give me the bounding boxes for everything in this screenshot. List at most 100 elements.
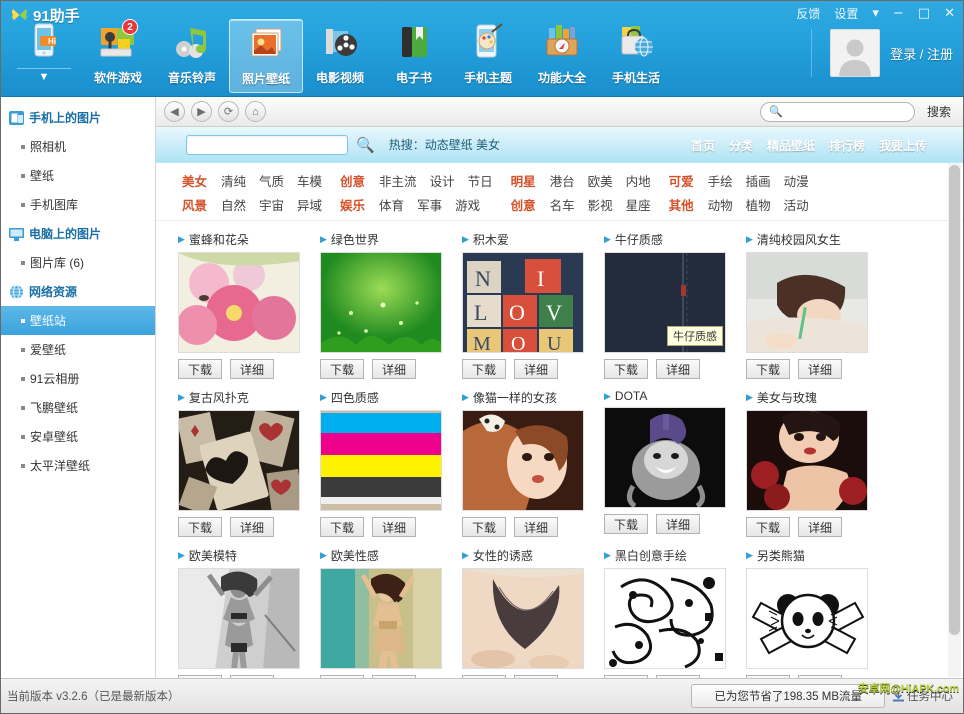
category-link[interactable]: 活动 xyxy=(784,195,809,214)
feedback-button[interactable]: 反馈 xyxy=(796,5,820,22)
detail-button[interactable]: 详细 xyxy=(798,517,842,537)
detail-button[interactable]: 详细 xyxy=(372,517,416,537)
wallpaper-title[interactable]: 复古风扑克 xyxy=(189,389,249,406)
sidebar-item-feipeng-wallpaper[interactable]: 飞鹏壁纸 xyxy=(1,393,155,422)
wallpaper-thumbnail[interactable] xyxy=(746,252,868,353)
download-button[interactable]: 下载 xyxy=(178,359,222,379)
sidebar-group-phone-pictures[interactable]: 手机上的图片 xyxy=(1,103,155,132)
wallpaper-thumbnail[interactable] xyxy=(604,407,726,508)
wallpaper-title[interactable]: 清纯校园风女生 xyxy=(757,231,841,248)
minimize-button[interactable]: − xyxy=(893,6,904,21)
category-head[interactable]: 创意 xyxy=(511,195,537,214)
sidebar-item-wallpaper-site[interactable]: 壁纸站 xyxy=(1,306,155,335)
category-link[interactable]: 气质 xyxy=(259,171,284,190)
nav-music-ringtone[interactable]: 音乐铃声 xyxy=(155,19,229,93)
nav-ebook[interactable]: 电子书 xyxy=(377,19,451,93)
chevron-down-icon[interactable]: ▾ xyxy=(872,6,879,21)
category-link[interactable]: 动物 xyxy=(708,195,733,214)
category-head[interactable]: 明星 xyxy=(511,171,537,190)
sidebar-item-ai-wallpaper[interactable]: 爱壁纸 xyxy=(1,335,155,364)
wallpaper-title[interactable]: 蜜蜂和花朵 xyxy=(189,231,249,248)
nav-toolbox[interactable]: 功能大全 xyxy=(525,19,599,93)
category-head[interactable]: 其他 xyxy=(669,195,695,214)
category-link[interactable]: 宇宙 xyxy=(259,195,284,214)
category-link[interactable]: 内地 xyxy=(626,171,651,190)
sidebar-item-android-wallpaper[interactable]: 安卓壁纸 xyxy=(1,422,155,451)
nav-phone-theme[interactable]: 手机主题 xyxy=(451,19,525,93)
category-link[interactable]: 车模 xyxy=(297,171,322,190)
nav-phone-life[interactable]: 手机生活 xyxy=(599,19,673,93)
refresh-icon[interactable]: ⟳ xyxy=(218,101,239,122)
wallpaper-title[interactable]: DOTA xyxy=(615,389,647,403)
category-link[interactable]: 手绘 xyxy=(708,171,733,190)
sidebar-item-camera[interactable]: 照相机 xyxy=(1,132,155,161)
wallpaper-thumbnail[interactable] xyxy=(320,568,442,669)
search-input[interactable] xyxy=(787,104,906,119)
wallpaper-title[interactable]: 女性的诱惑 xyxy=(473,547,533,564)
nav-photo-wallpaper[interactable]: 照片壁纸 xyxy=(229,19,303,93)
login-register-link[interactable]: 登录 / 注册 xyxy=(890,44,953,63)
wallpaper-title[interactable]: 像猫一样的女孩 xyxy=(473,389,557,406)
category-link[interactable]: 军事 xyxy=(417,195,442,214)
download-button[interactable]: 下载 xyxy=(320,359,364,379)
category-link[interactable]: 异域 xyxy=(297,195,322,214)
wallpaper-thumbnail[interactable] xyxy=(604,568,726,669)
download-button[interactable]: 下载 xyxy=(462,359,506,379)
wallpaper-title[interactable]: 积木爱 xyxy=(473,231,509,248)
category-link[interactable]: 影视 xyxy=(588,195,613,214)
category-link[interactable]: 自然 xyxy=(221,195,246,214)
download-button[interactable]: 下载 xyxy=(604,514,648,534)
category-link[interactable]: 非主流 xyxy=(379,171,417,190)
detail-button[interactable]: 详细 xyxy=(514,517,558,537)
search-button[interactable]: 搜索 xyxy=(921,103,955,120)
wallpaper-thumbnail[interactable] xyxy=(746,410,868,511)
download-button[interactable]: 下载 xyxy=(604,359,648,379)
category-link[interactable]: 港台 xyxy=(550,171,575,190)
tab-premium-wallpaper[interactable]: 精品壁纸 xyxy=(767,137,815,154)
tab-ranking[interactable]: 排行榜 xyxy=(829,137,865,154)
close-button[interactable]: ✕ xyxy=(944,6,955,21)
detail-button[interactable]: 详细 xyxy=(656,514,700,534)
wallpaper-thumbnail[interactable] xyxy=(178,568,300,669)
settings-button[interactable]: 设置 xyxy=(834,5,858,22)
category-link[interactable]: 动漫 xyxy=(784,171,809,190)
download-button[interactable]: 下载 xyxy=(746,359,790,379)
category-link[interactable]: 游戏 xyxy=(455,195,480,214)
home-icon[interactable]: ⌂ xyxy=(245,101,266,122)
category-link[interactable]: 节日 xyxy=(468,171,493,190)
wallpaper-title[interactable]: 欧美模特 xyxy=(189,547,237,564)
maximize-button[interactable]: □ xyxy=(918,6,930,21)
category-link[interactable]: 植物 xyxy=(746,195,771,214)
forward-arrow-icon[interactable]: ▶ xyxy=(191,101,212,122)
vertical-scrollbar[interactable] xyxy=(948,163,961,677)
toolbar-search-box[interactable]: 🔍 xyxy=(759,101,915,122)
wallpaper-thumbnail[interactable] xyxy=(320,410,442,511)
magnifier-icon[interactable]: 🔍 xyxy=(356,136,375,154)
saved-traffic-badge[interactable]: 已为您节省了198.35 MB流量 xyxy=(691,684,885,708)
sidebar-item-wallpaper[interactable]: 壁纸 xyxy=(1,161,155,190)
category-link[interactable]: 清纯 xyxy=(221,171,246,190)
download-button[interactable]: 下载 xyxy=(746,517,790,537)
back-arrow-icon[interactable]: ◀ xyxy=(164,101,185,122)
wallpaper-thumbnail[interactable] xyxy=(462,410,584,511)
detail-button[interactable]: 详细 xyxy=(656,359,700,379)
sidebar-group-network-resources[interactable]: 网络资源 xyxy=(1,277,155,306)
account-area[interactable]: 登录 / 注册 xyxy=(811,29,953,77)
wallpaper-title[interactable]: 绿色世界 xyxy=(331,231,379,248)
sidebar-item-picture-library[interactable]: 图片库 (6) xyxy=(1,248,155,277)
sidebar-item-phone-gallery[interactable]: 手机图库 xyxy=(1,190,155,219)
wallpaper-thumbnail[interactable] xyxy=(320,252,442,353)
wallpaper-thumbnail[interactable] xyxy=(462,568,584,669)
category-link[interactable]: 欧美 xyxy=(588,171,613,190)
wallpaper-title[interactable]: 黑白创意手绘 xyxy=(615,547,687,564)
site-search-input[interactable] xyxy=(187,135,347,154)
tab-upload[interactable]: 我要上传 xyxy=(879,137,927,154)
wallpaper-thumbnail[interactable] xyxy=(746,568,868,669)
download-button[interactable]: 下载 xyxy=(462,517,506,537)
nav-apps-games[interactable]: 2 软件游戏 xyxy=(81,19,155,93)
category-link[interactable]: 设计 xyxy=(430,171,455,190)
download-button[interactable]: 下载 xyxy=(178,517,222,537)
category-link[interactable]: 星座 xyxy=(626,195,651,214)
sidebar-item-pacific-wallpaper[interactable]: 太平洋壁纸 xyxy=(1,451,155,480)
wallpaper-title[interactable]: 四色质感 xyxy=(331,389,379,406)
